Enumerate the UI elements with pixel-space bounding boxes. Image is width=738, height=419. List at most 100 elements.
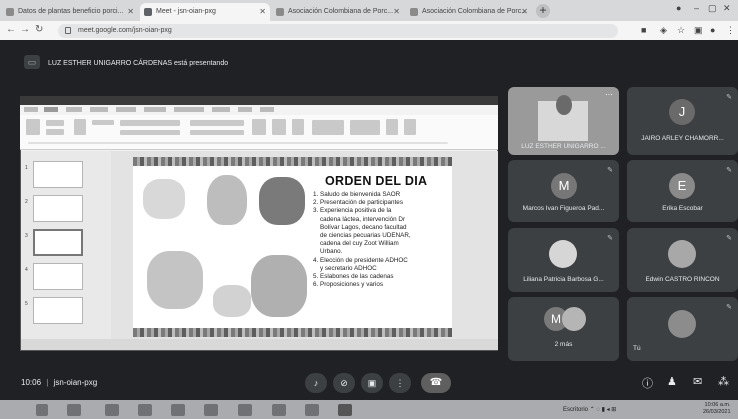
font-format-row	[120, 130, 180, 135]
close-tab-icon[interactable]: ✕	[127, 7, 134, 16]
browser-tab[interactable]: Datos de plantas beneficio porci... ✕	[2, 3, 138, 21]
photo-goat	[251, 255, 307, 317]
ribbon-control	[46, 129, 64, 135]
slide-thumbnail[interactable]	[33, 195, 83, 222]
tab-favicon-icon	[410, 8, 418, 16]
ribbon-tab	[174, 107, 204, 112]
font-box	[120, 120, 180, 126]
taskbar-app-icon[interactable]	[305, 404, 319, 416]
forward-icon[interactable]: →	[20, 24, 30, 35]
paragraph-row	[190, 130, 244, 135]
taskbar-app-icon[interactable]	[105, 404, 119, 416]
microphone-button[interactable]: ♪	[305, 373, 327, 393]
avatar-photo	[549, 240, 577, 268]
quick-styles-icon	[292, 119, 304, 135]
browser-tab-meet[interactable]: Meet - jsn-oian-pxg ✕	[140, 3, 270, 21]
ribbon-tab	[212, 107, 230, 112]
participant-name: Marcos Ivan Figueroa Pad...	[522, 205, 605, 212]
photo-cow-legs	[207, 175, 247, 225]
back-icon[interactable]: ←	[6, 24, 16, 35]
taskbar-app-icon[interactable]	[272, 404, 286, 416]
account-icon[interactable]: ●	[710, 25, 715, 35]
agenda-item: de ciencias pecuarias UDENAR,	[320, 232, 411, 240]
people-button[interactable]: ♟	[667, 375, 677, 388]
participant-tile[interactable]: ✎ Liliana Patricia Barbosa G...	[508, 228, 619, 292]
tab-label: Asociación Colombiana de Porc...	[288, 8, 394, 15]
taskbar-app-icon[interactable]	[204, 404, 218, 416]
slide-thumbnail[interactable]	[33, 263, 83, 290]
bookmark-star-icon[interactable]: ☆	[677, 25, 685, 36]
ribbon-tab	[144, 107, 166, 112]
browser-tab[interactable]: Asociación Colombiana de Porc... ✕	[272, 3, 404, 21]
present-screen-icon: ▭	[24, 55, 40, 69]
close-tab-icon[interactable]: ✕	[259, 7, 266, 16]
meeting-time: 10:06	[21, 378, 42, 387]
avatar-photo	[562, 307, 586, 331]
maximize-icon[interactable]: ▢	[708, 3, 717, 14]
tile-options-icon[interactable]: ⋯	[605, 90, 613, 99]
ribbon-tab	[44, 107, 58, 112]
reload-icon[interactable]: ↻	[35, 24, 43, 35]
extensions-puzzle-icon[interactable]: ▣	[694, 25, 703, 36]
more-options-button[interactable]: ⋮	[389, 373, 411, 393]
start-button-icon[interactable]	[36, 404, 48, 416]
presenter-video-person	[556, 95, 572, 115]
slide-thumbnail-selected[interactable]	[33, 229, 83, 256]
participant-tile[interactable]: ✎ M Marcos Ivan Figueroa Pad...	[508, 160, 619, 222]
slide-thumbnails-pane: 1 2 3 4 5	[21, 151, 111, 339]
thumb-number: 2	[25, 199, 28, 205]
browser-tab[interactable]: Asociación Colombiana de Porc... ✕	[406, 3, 532, 21]
close-tab-icon[interactable]: ✕	[393, 7, 400, 16]
close-window-icon[interactable]: ✕	[723, 3, 731, 14]
mic-muted-icon: ✎	[726, 94, 732, 101]
participant-tile-more[interactable]: M 2 más	[508, 297, 619, 361]
ribbon-control	[46, 120, 64, 126]
close-tab-icon[interactable]: ✕	[521, 7, 528, 16]
participant-tile-presenter[interactable]: ⋯ LUZ ESTHER UNIGARRO ...	[508, 87, 619, 155]
minimize-icon[interactable]: –	[694, 3, 699, 13]
system-tray: Escritorio ⌃ ◌ ▮ ◂ ⊞	[563, 406, 616, 413]
new-tab-button[interactable]: +	[536, 4, 550, 18]
taskbar-clock[interactable]: 10:06 a.m. 26/03/2021	[703, 402, 731, 416]
avatar: E	[669, 173, 695, 199]
slide-thumbnail[interactable]	[33, 161, 83, 188]
avatar: J	[669, 99, 695, 125]
slide-thumbnail[interactable]	[33, 297, 83, 324]
taskbar-app-icon[interactable]	[138, 404, 152, 416]
taskbar-app-icon[interactable]	[171, 404, 185, 416]
present-button[interactable]: ▣	[361, 373, 383, 393]
participant-tile[interactable]: ✎ J JAIRO ARLEY CHAMORR...	[627, 87, 738, 155]
chat-button[interactable]: ✉	[693, 375, 702, 388]
camera-button[interactable]: ⊘	[333, 373, 355, 393]
address-bar[interactable]: meet.google.com/jsn-oian-pxg	[58, 24, 618, 38]
activities-button[interactable]: ⁂	[718, 375, 729, 388]
participant-tile[interactable]: ✎ E Erika Escobar	[627, 160, 738, 222]
ribbon-tab	[260, 107, 274, 112]
chrome-taskbar-icon[interactable]	[338, 404, 352, 416]
agenda-item: cadena láctea, intervención Dr	[320, 215, 406, 223]
ribbon-tab	[66, 107, 82, 112]
participant-tile-self[interactable]: ✎ Tú	[627, 297, 738, 361]
ribbon-control	[92, 120, 114, 125]
extension-icon[interactable]: ◈	[660, 25, 667, 36]
photo-rabbit	[143, 179, 185, 219]
file-explorer-icon[interactable]	[67, 404, 81, 416]
leave-call-button[interactable]: ☎	[421, 373, 451, 393]
agenda-list: 1. Saludo de bienvenida SAOR 2. Presenta…	[313, 191, 449, 289]
participant-tile[interactable]: ✎ Edwin CASTRO RINCON	[627, 228, 738, 292]
menu-dots-icon[interactable]: ⋮	[726, 25, 735, 36]
camera-indicator-icon[interactable]: ■	[641, 25, 646, 35]
camera-off-icon: ⊘	[340, 378, 348, 388]
taskbar-app-icon[interactable]	[238, 404, 252, 416]
more-vert-icon: ⋮	[395, 378, 405, 388]
profile-icon[interactable]: ●	[676, 3, 681, 13]
participant-name: Erika Escobar	[662, 205, 703, 212]
agenda-item: y secretario ADHOC	[320, 264, 377, 272]
thumb-number: 1	[25, 165, 28, 171]
agenda-item: 3. Experiencia positiva de la	[313, 207, 392, 215]
meeting-info-button[interactable]: ⓘ	[642, 375, 653, 391]
meeting-details: 10:06 | jsn-oian-pxg	[21, 378, 97, 387]
participant-name: Tú	[633, 345, 641, 352]
participant-name: Edwin CASTRO RINCON	[645, 276, 720, 283]
tray-icons: ⌃ ◌ ▮ ◂ ⊞	[589, 407, 617, 413]
